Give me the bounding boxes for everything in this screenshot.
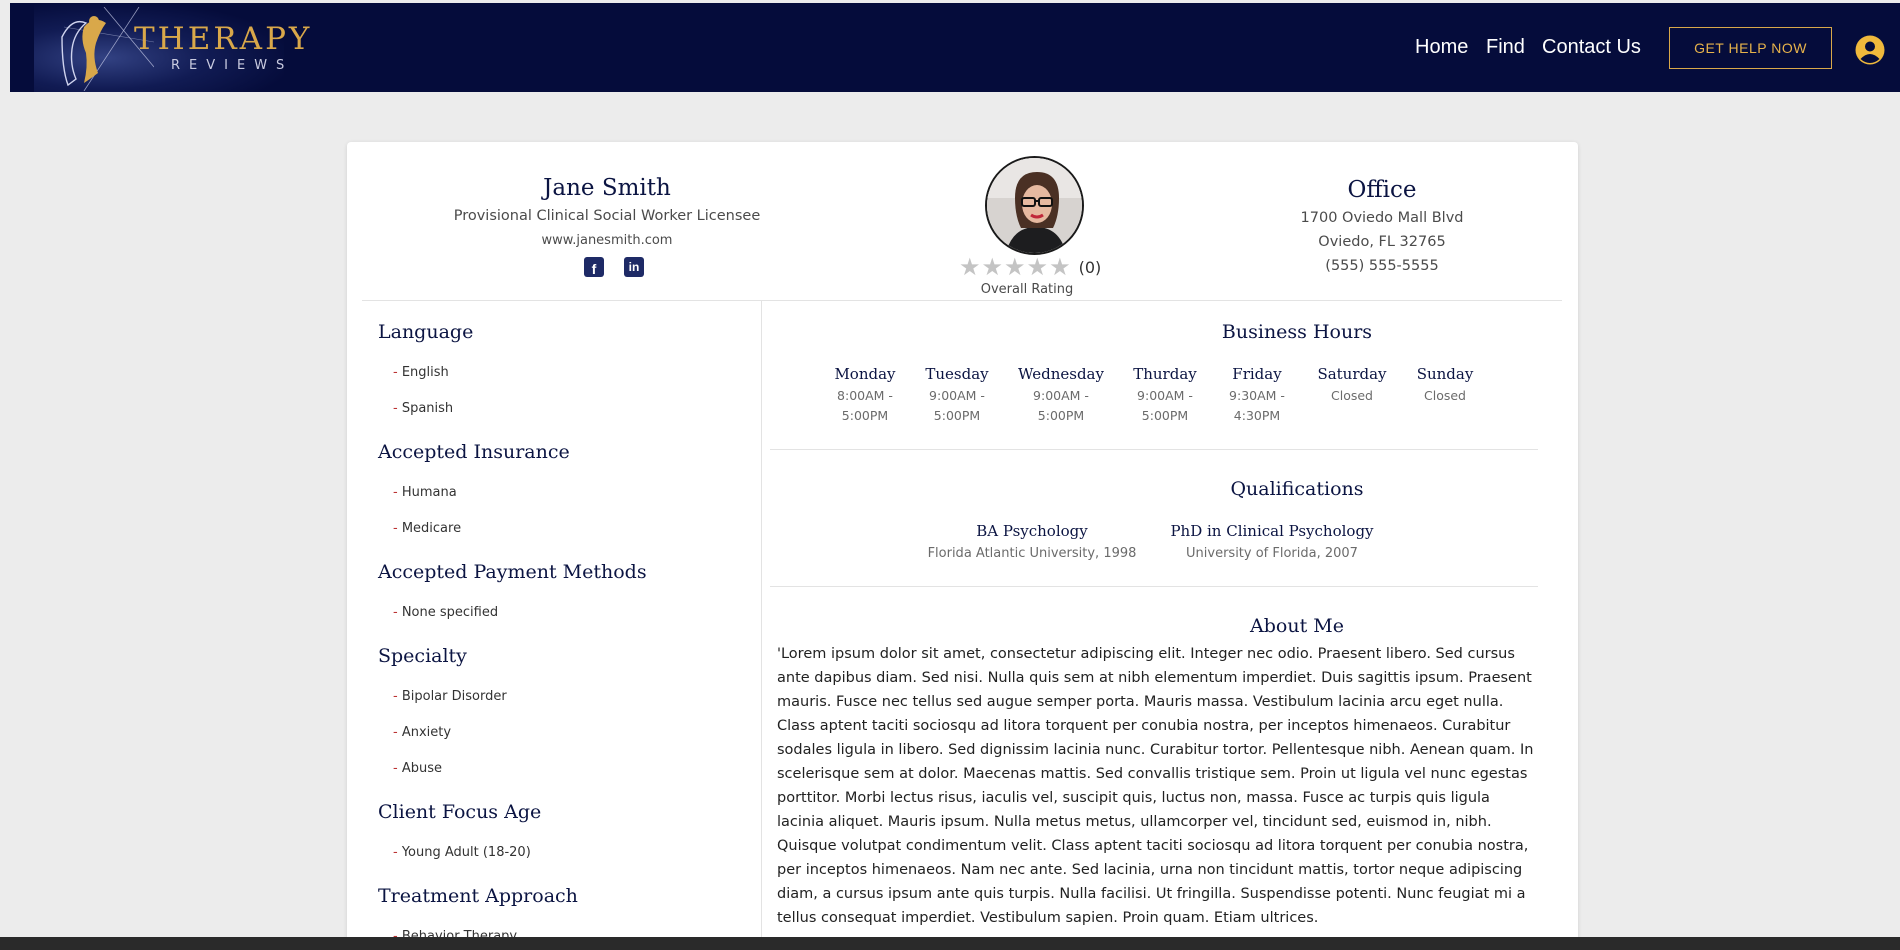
avatar-portrait-icon xyxy=(987,158,1082,253)
section-title-insurance: Accepted Insurance xyxy=(378,441,570,463)
list-item: - None specified xyxy=(393,605,499,620)
list-item: - Young Adult (18-20) xyxy=(393,845,531,860)
nav-home[interactable]: Home xyxy=(1415,36,1468,59)
list-item: - Spanish xyxy=(393,401,454,416)
nav-find[interactable]: Find xyxy=(1486,36,1525,59)
therapist-name: Jane Smith xyxy=(543,175,671,201)
rating-count: (0) xyxy=(1078,257,1102,277)
profile-card: Jane Smith Provisional Clinical Social W… xyxy=(347,142,1578,950)
therapist-title: Provisional Clinical Social Worker Licen… xyxy=(453,208,761,224)
linkedin-icon[interactable]: in xyxy=(624,257,644,277)
section-title-language: Language xyxy=(378,321,474,343)
list-item: - English xyxy=(393,365,449,380)
hours-day: Sunday Closed xyxy=(1416,365,1474,403)
office-phone[interactable]: (555) 555-5555 xyxy=(1232,258,1532,274)
hours-day: Friday 9:30AM -4:30PM xyxy=(1229,365,1285,423)
hours-day: Wednesday 9:00AM -5:00PM xyxy=(1018,365,1104,423)
rating-stars: ★ ★ ★ ★ ★ (0) xyxy=(959,255,1101,279)
office-address-line2: Oviedo, FL 32765 xyxy=(1318,234,1446,250)
section-divider xyxy=(770,449,1538,450)
therapist-website[interactable]: www.janesmith.com xyxy=(457,233,757,248)
list-item: - Anxiety xyxy=(393,725,452,740)
star-icon: ★ xyxy=(1026,253,1049,281)
office-title: Office xyxy=(1347,177,1417,203)
avatar xyxy=(985,156,1084,255)
get-help-now-button[interactable]: GET HELP NOW xyxy=(1669,27,1832,69)
star-icon: ★ xyxy=(959,253,981,281)
star-icon: ★ xyxy=(1049,253,1071,281)
qualifications-title: Qualifications xyxy=(1230,478,1364,500)
header-divider xyxy=(362,300,1562,301)
logo-text-therapy: THERAPY xyxy=(134,21,313,57)
section-title-treatment-approach: Treatment Approach xyxy=(378,885,578,907)
user-circle-icon[interactable] xyxy=(1855,35,1885,65)
list-item: - Medicare xyxy=(393,521,462,536)
qualification-item: BA Psychology Florida Atlantic Universit… xyxy=(927,522,1137,561)
section-title-specialty: Specialty xyxy=(378,645,467,667)
section-title-client-focus-age: Client Focus Age xyxy=(378,801,542,823)
nav-contact-us[interactable]: Contact Us xyxy=(1542,36,1641,59)
column-divider xyxy=(761,301,762,950)
logo-text-reviews: REVIEWS xyxy=(171,58,294,73)
about-me-text: 'Lorem ipsum dolor sit amet, consectetur… xyxy=(777,646,1534,926)
top-navbar: THERAPY REVIEWS Home Find Contact Us GET… xyxy=(10,3,1900,92)
hours-day: Saturday Closed xyxy=(1317,365,1387,403)
rating-label: Overall Rating xyxy=(980,282,1074,297)
list-item: - Bipolar Disorder xyxy=(393,689,507,704)
business-hours-title: Business Hours xyxy=(1221,321,1373,343)
list-item: - Humana xyxy=(393,485,457,500)
about-me-title: About Me xyxy=(1250,615,1344,637)
qualification-item: PhD in Clinical Psychology University of… xyxy=(1170,522,1374,561)
list-item: - Abuse xyxy=(393,761,442,776)
office-address-line1: 1700 Oviedo Mall Blvd xyxy=(1300,210,1464,226)
logo[interactable]: THERAPY REVIEWS xyxy=(34,3,309,92)
star-icon: ★ xyxy=(981,253,1004,281)
section-divider xyxy=(770,586,1538,587)
star-icon: ★ xyxy=(1004,253,1026,281)
hours-day: Tuesday 9:00AM -5:00PM xyxy=(925,365,989,423)
section-title-payment: Accepted Payment Methods xyxy=(378,561,647,583)
hours-day: Thurday 9:00AM -5:00PM xyxy=(1133,365,1197,423)
os-taskbar xyxy=(0,937,1900,950)
facebook-icon[interactable]: f xyxy=(584,257,604,277)
hours-day: Monday 8:00AM -5:00PM xyxy=(834,365,896,423)
